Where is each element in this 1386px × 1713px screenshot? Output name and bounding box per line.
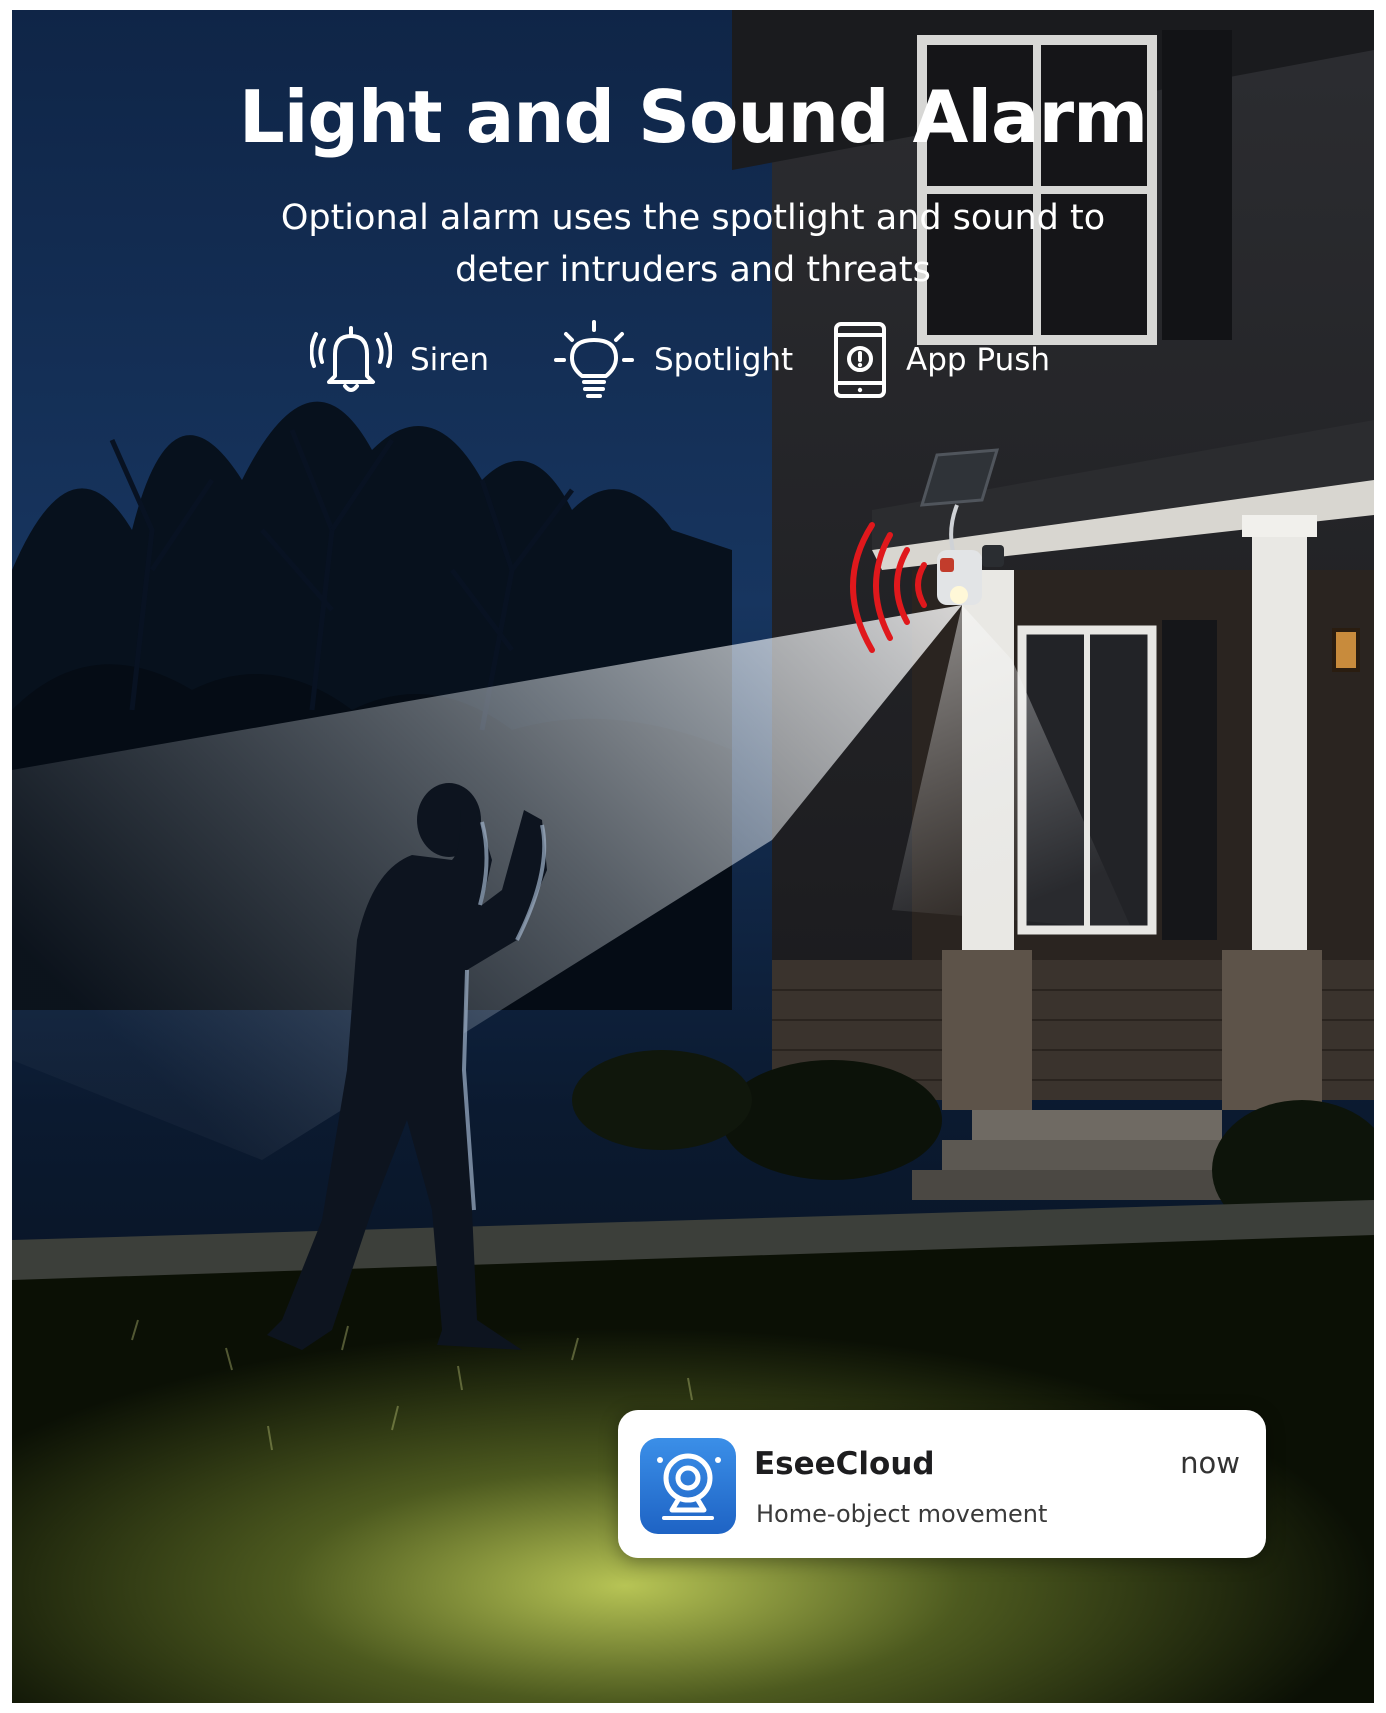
subheadline-line-1: Optional alarm uses the spotlight and so… [280,198,1106,238]
headline: Light and Sound Alarm [238,75,1148,159]
camera-app-icon [640,1438,736,1534]
smartphone-alert-icon [834,322,886,398]
feature-spotlight-label: Spotlight [654,342,794,378]
subheadline-line-2: deter intruders and threats [455,250,931,290]
feature-siren: Siren [310,320,489,400]
feature-app-push-label: App Push [906,342,1051,378]
push-notification[interactable]: EseeCloud now Home-object movement [618,1410,1266,1558]
feature-siren-label: Siren [410,342,490,378]
product-image: Light and Sound Alarm Optional alarm use… [12,10,1374,1703]
notification-app-name: EseeCloud [754,1446,935,1482]
notification-message: Home-object movement [756,1500,1048,1528]
lightbulb-icon [554,320,634,398]
subheadline: Optional alarm uses the spotlight and so… [12,192,1374,296]
notification-time: now [1180,1446,1240,1480]
feature-spotlight: Spotlight [552,320,793,400]
bell-ringing-icon [310,326,392,392]
feature-app-push: App Push [832,320,1050,400]
